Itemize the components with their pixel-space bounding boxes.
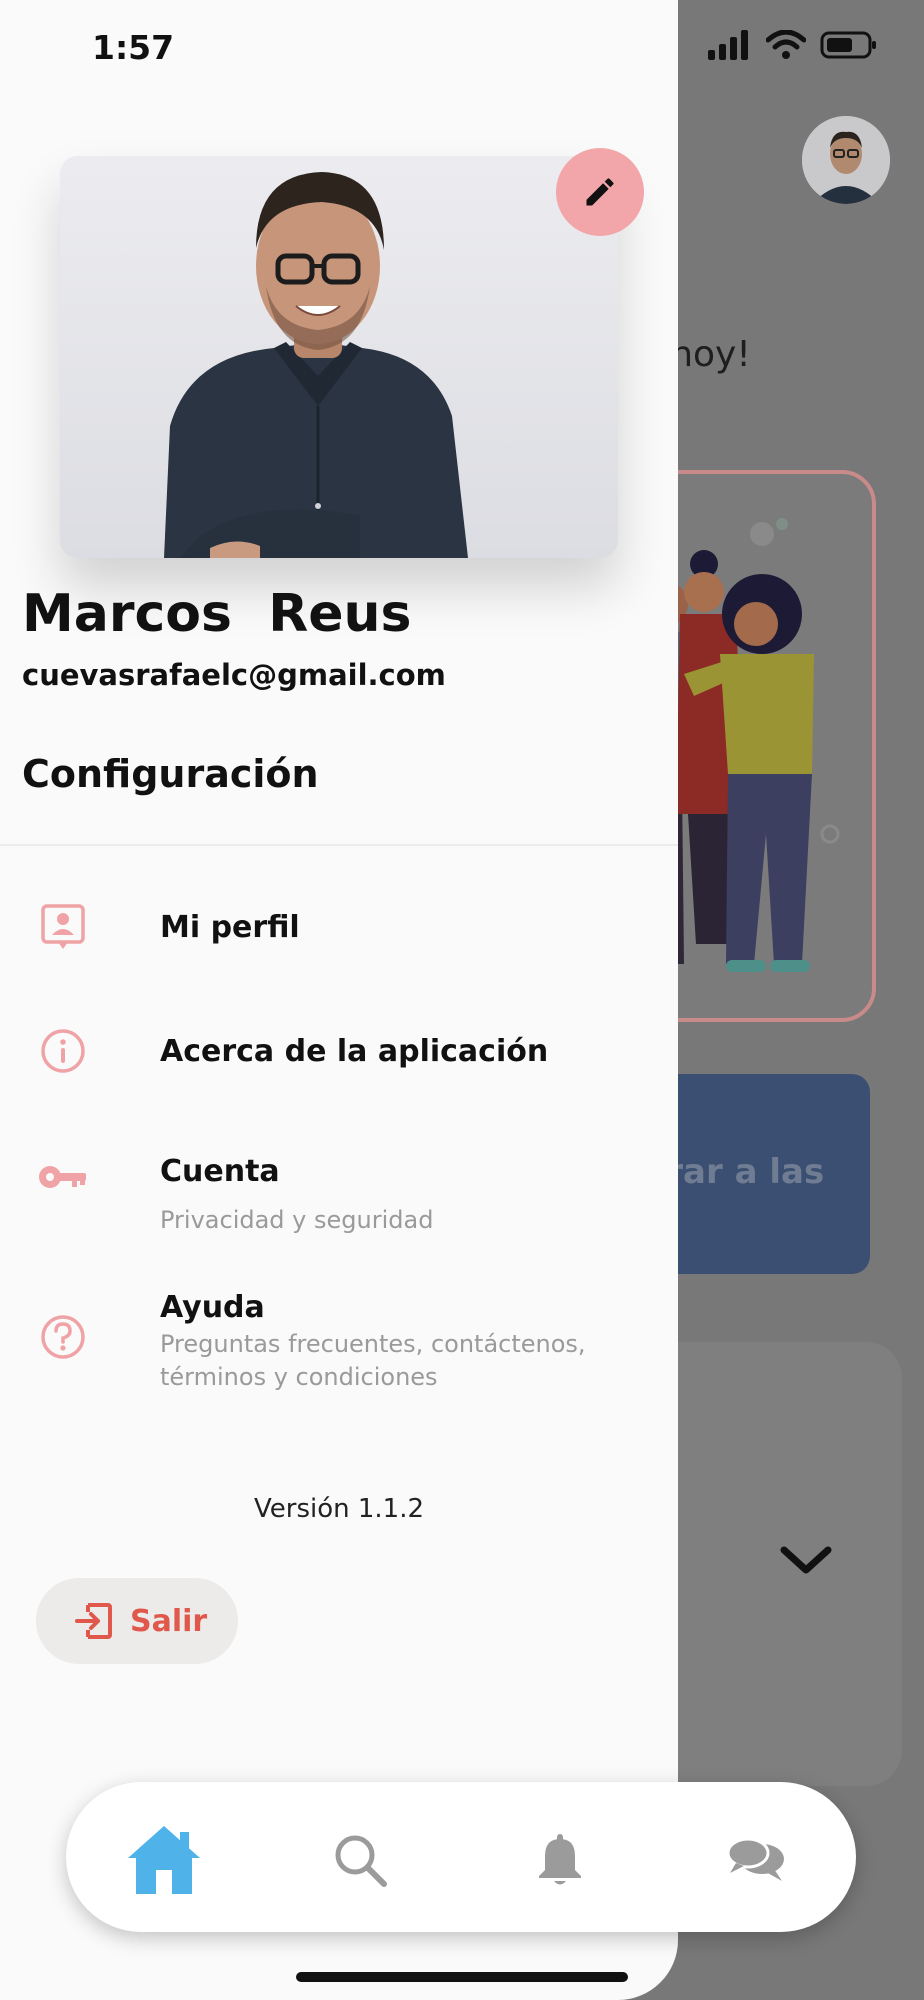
wifi-icon	[766, 30, 806, 59]
exit-icon	[75, 1603, 112, 1639]
search-icon	[335, 1835, 387, 1887]
logout-button[interactable]: Salir	[36, 1578, 238, 1664]
status-bar: 1:57	[0, 0, 924, 100]
status-time: 1:57	[92, 28, 175, 67]
bell-icon	[539, 1834, 581, 1885]
menu-item-subtitle: Privacidad y seguridad	[160, 1206, 434, 1234]
pencil-icon	[586, 178, 614, 206]
nav-home-button[interactable]	[124, 1820, 204, 1900]
side-drawer: Marcos Reus cuevasrafaelc@gmail.com Conf…	[0, 0, 678, 2000]
user-email: cuevasrafaelc@gmail.com	[22, 658, 446, 692]
logout-label: Salir	[130, 1603, 208, 1639]
signal-icon	[708, 30, 748, 60]
menu-item-subtitle: Preguntas frecuentes, contáctenos, térmi…	[160, 1330, 586, 1391]
home-indicator	[296, 1972, 628, 1982]
help-icon	[38, 1312, 88, 1362]
nav-chat-button[interactable]	[716, 1820, 796, 1900]
chevron-down-icon[interactable]	[778, 1542, 834, 1578]
status-icons	[708, 30, 878, 60]
settings-title: Configuración	[22, 752, 319, 796]
bottom-navigation	[66, 1782, 856, 1932]
header-avatar[interactable]	[802, 116, 890, 204]
user-name: Marcos Reus	[22, 584, 412, 644]
info-icon	[38, 1026, 88, 1076]
battery-icon	[820, 31, 876, 59]
profile-card-icon	[38, 902, 88, 952]
menu-item-mi-perfil[interactable]: Mi perfil	[0, 890, 678, 970]
profile-photo	[60, 156, 618, 558]
menu-item-label: Ayuda	[160, 1290, 265, 1325]
chat-icon	[726, 1837, 784, 1881]
menu-item-label: Acerca de la aplicación	[160, 1034, 549, 1069]
menu-item-label: Cuenta	[160, 1154, 280, 1189]
menu-item-ayuda[interactable]: Ayuda Preguntas frecuentes, contáctenos,…	[0, 1284, 678, 1394]
edit-profile-button[interactable]	[556, 148, 644, 236]
menu-item-label: Mi perfil	[160, 910, 300, 945]
key-icon	[38, 1152, 88, 1202]
menu-item-cuenta[interactable]: Cuenta Privacidad y seguridad	[0, 1148, 678, 1238]
nav-notifications-button[interactable]	[520, 1820, 600, 1900]
app-version: Versión 1.1.2	[253, 1494, 425, 1524]
menu-item-acerca[interactable]: Acerca de la aplicación	[0, 1014, 678, 1094]
divider	[0, 844, 678, 846]
home-icon	[128, 1826, 200, 1894]
nav-search-button[interactable]	[320, 1820, 400, 1900]
background-panel	[640, 1342, 902, 1786]
